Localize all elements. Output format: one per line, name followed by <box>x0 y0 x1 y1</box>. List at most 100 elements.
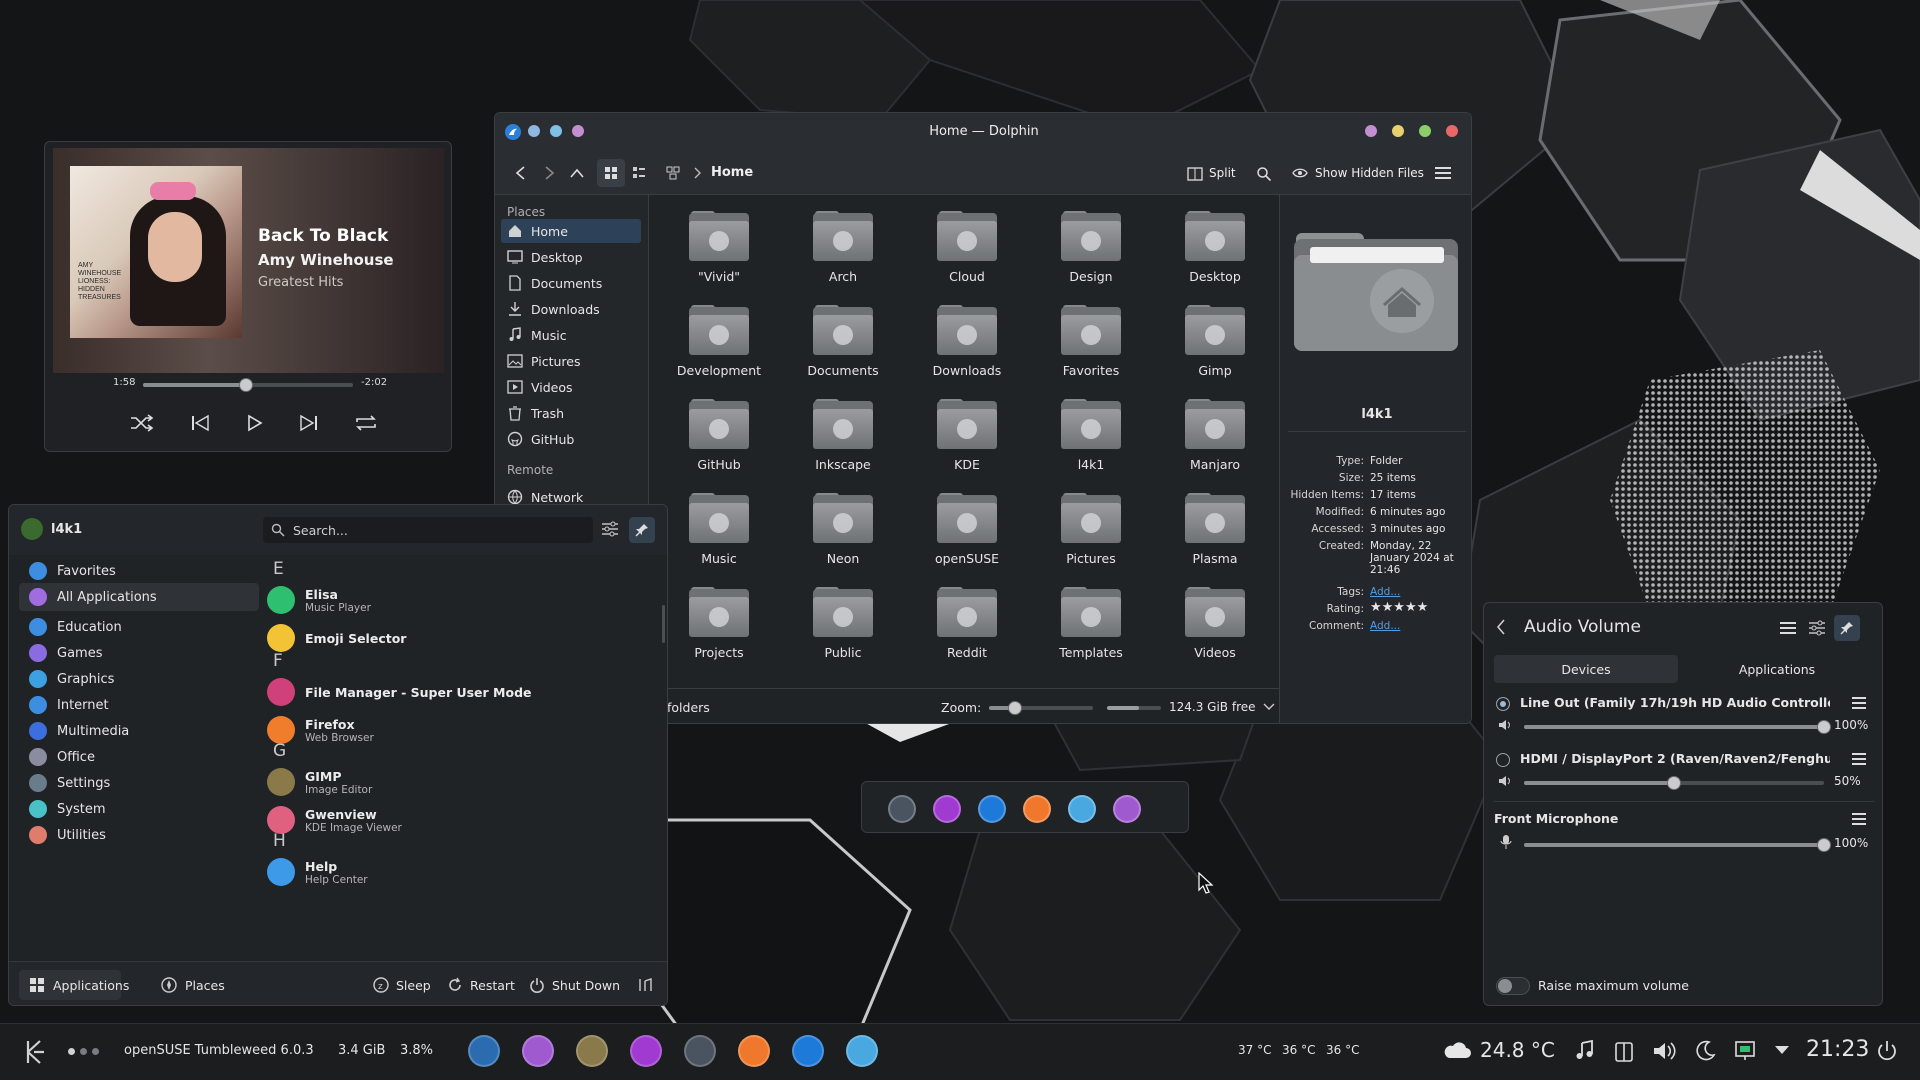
add-link[interactable]: Add... <box>1370 586 1470 598</box>
application-launcher-icon[interactable] <box>22 1039 48 1065</box>
sidebar-item-music[interactable]: Music <box>501 323 641 347</box>
play-icon[interactable] <box>244 413 264 433</box>
details-view-button[interactable] <box>659 159 687 187</box>
folder-item[interactable]: Public <box>793 587 893 679</box>
leave-icon[interactable] <box>637 977 655 993</box>
app-item[interactable]: Emoji Selector <box>267 619 647 657</box>
folder-item[interactable]: Design <box>1041 211 1141 303</box>
category-favorites[interactable]: Favorites <box>19 557 259 585</box>
search-icon[interactable] <box>1256 166 1272 182</box>
pin-button[interactable] <box>629 517 655 543</box>
mic-volume-knob[interactable] <box>1817 838 1831 852</box>
device-menu-icon[interactable] <box>1852 697 1866 709</box>
firefox-icon[interactable] <box>738 1035 770 1067</box>
sidebar-item-documents[interactable]: Documents <box>501 271 641 295</box>
mic-menu-icon[interactable] <box>1852 813 1866 825</box>
icons-view-button[interactable] <box>597 159 625 187</box>
clock[interactable]: 21:23 <box>1806 1037 1869 1062</box>
weather-cloud-icon[interactable] <box>1442 1038 1472 1062</box>
firefox-icon[interactable] <box>1023 795 1051 823</box>
gimp-icon[interactable] <box>576 1035 608 1067</box>
device-volume-knob[interactable] <box>1817 720 1831 734</box>
system-settings-icon[interactable] <box>684 1035 716 1067</box>
shade-window-icon[interactable] <box>1365 125 1377 137</box>
pager-dot-1[interactable] <box>68 1048 75 1055</box>
folder-item[interactable]: GitHub <box>669 399 769 491</box>
folder-item[interactable]: Templates <box>1041 587 1141 679</box>
previous-track-icon[interactable] <box>189 413 211 433</box>
category-internet[interactable]: Internet <box>19 691 259 719</box>
folder-item[interactable]: Cloud <box>917 211 1017 303</box>
back-button[interactable] <box>507 159 535 187</box>
folder-item[interactable]: Development <box>669 305 769 397</box>
eye-icon[interactable] <box>1292 167 1308 179</box>
dolphin-icon[interactable] <box>792 1035 824 1067</box>
info-icon[interactable] <box>1068 795 1096 823</box>
device-radio[interactable] <box>1496 753 1510 767</box>
app-item[interactable]: File Manager - Super User Mode <box>267 673 647 711</box>
folder-item[interactable]: Arch <box>793 211 893 303</box>
night-light-icon[interactable] <box>1694 1040 1716 1062</box>
split-button[interactable]: Split <box>1209 166 1236 180</box>
category-graphics[interactable]: Graphics <box>19 665 259 693</box>
category-utilities[interactable]: Utilities <box>19 821 259 849</box>
shop-icon[interactable] <box>933 795 961 823</box>
device-volume-slider[interactable] <box>1524 720 1831 734</box>
up-button[interactable] <box>563 159 591 187</box>
folder-item[interactable]: Manjaro <box>1165 399 1265 491</box>
applications-tab[interactable]: Applications <box>19 970 129 1000</box>
restart-button[interactable]: Restart <box>447 970 515 1000</box>
folder-item[interactable]: Music <box>669 493 769 585</box>
tab-applications[interactable]: Applications <box>1680 655 1874 683</box>
sidebar-item-desktop[interactable]: Desktop <box>501 245 641 269</box>
settings-icon[interactable] <box>888 795 916 823</box>
device-radio[interactable] <box>1496 697 1510 711</box>
avatar[interactable] <box>21 518 43 540</box>
sleep-button[interactable]: z Sleep <box>373 970 431 1000</box>
zoom-slider[interactable] <box>989 701 1093 715</box>
folder-item[interactable]: Projects <box>669 587 769 679</box>
sidebar-item-pictures[interactable]: Pictures <box>501 349 641 373</box>
track-progress-slider[interactable] <box>143 378 353 392</box>
show-hidden-files-button[interactable]: Show Hidden Files <box>1315 166 1424 180</box>
device-menu-icon[interactable] <box>1852 753 1866 765</box>
scrollbar[interactable] <box>662 605 665 643</box>
category-office[interactable]: Office <box>19 743 259 771</box>
music-note-icon[interactable] <box>1574 1040 1596 1062</box>
close-icon[interactable] <box>1446 125 1458 137</box>
tab-devices[interactable]: Devices <box>1494 655 1678 683</box>
folder-item[interactable]: Desktop <box>1165 211 1265 303</box>
zoom-knob[interactable] <box>1008 701 1022 715</box>
forward-button[interactable] <box>535 159 563 187</box>
places-tab[interactable]: Places <box>161 970 225 1000</box>
maximize-icon[interactable] <box>1419 125 1431 137</box>
app-item[interactable]: Elisa Music Player <box>267 581 647 619</box>
folder-item[interactable]: Videos <box>1165 587 1265 679</box>
folder-item[interactable]: Pictures <box>1041 493 1141 585</box>
speaker-icon[interactable] <box>1498 719 1512 731</box>
category-system[interactable]: System <box>19 795 259 823</box>
app-item[interactable]: Help Help Center <box>267 853 647 891</box>
volume-icon[interactable] <box>1652 1040 1676 1062</box>
speaker-icon[interactable] <box>1498 775 1512 787</box>
rating-stars[interactable]: ★★★★★ <box>1370 601 1470 614</box>
sidebar-item-videos[interactable]: Videos <box>501 375 641 399</box>
search-field[interactable]: Search... <box>263 517 593 543</box>
pager-dot-3[interactable] <box>92 1048 99 1055</box>
sidebar-item-downloads[interactable]: Downloads <box>501 297 641 321</box>
category-multimedia[interactable]: Multimedia <box>19 717 259 745</box>
app-item[interactable]: Firefox Web Browser <box>267 711 647 749</box>
folder-item[interactable]: Favorites <box>1041 305 1141 397</box>
chevron-down-icon[interactable] <box>1263 703 1275 711</box>
minimize-icon[interactable] <box>1392 125 1404 137</box>
shutdown-button[interactable]: Shut Down <box>529 970 620 1000</box>
filter-settings-icon[interactable] <box>601 521 619 537</box>
back-arrow-icon[interactable] <box>1496 619 1506 635</box>
folder-item[interactable]: l4k1 <box>1041 399 1141 491</box>
folder-item[interactable]: Inkscape <box>793 399 893 491</box>
raise-volume-toggle[interactable] <box>1496 977 1530 995</box>
title-bar[interactable]: Home — Dolphin <box>495 113 1471 151</box>
track-progress-knob[interactable] <box>238 378 253 392</box>
sidebar-item-home[interactable]: Home <box>501 219 641 243</box>
info-icon[interactable] <box>846 1035 878 1067</box>
